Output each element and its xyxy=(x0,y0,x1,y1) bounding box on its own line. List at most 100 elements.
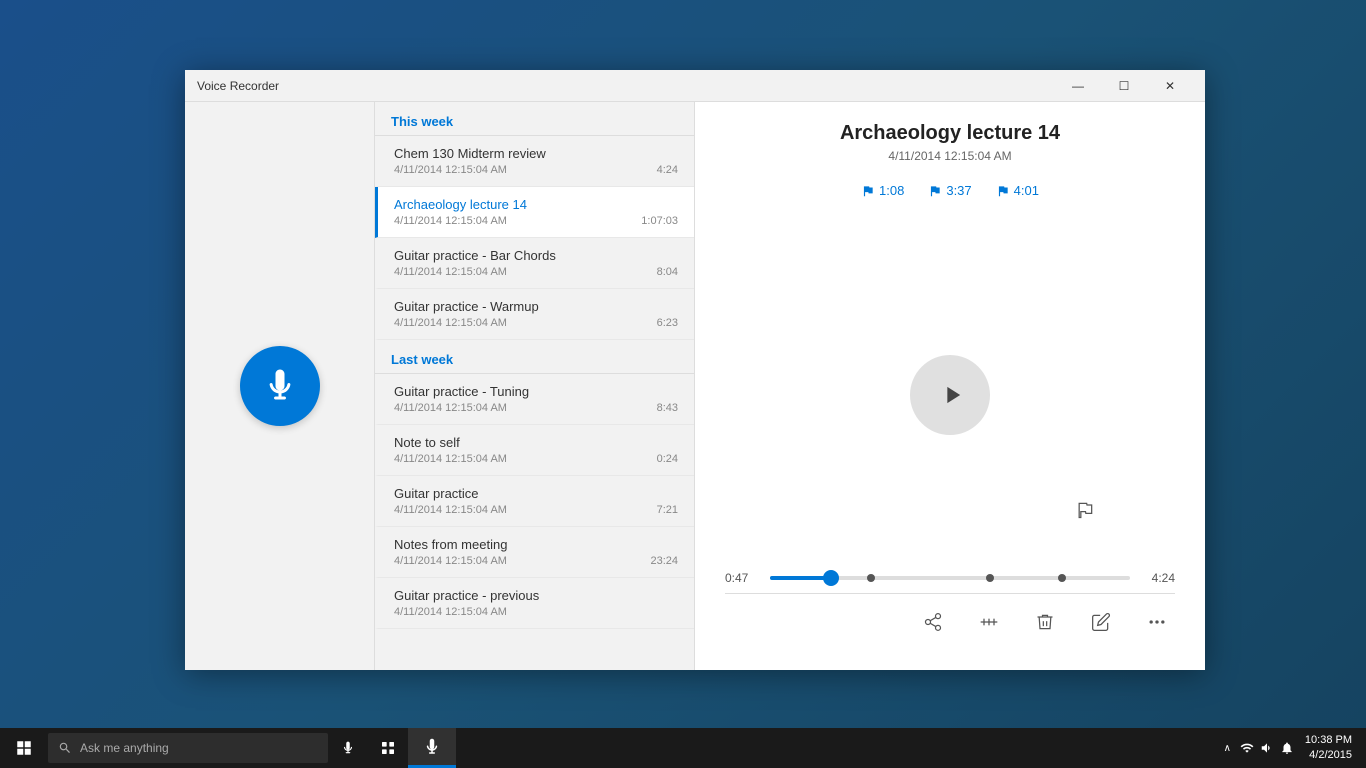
search-placeholder: Ask me anything xyxy=(80,741,169,755)
taskbar-mic-button[interactable] xyxy=(328,728,368,768)
recording-date: 4/11/2014 12:15:04 AM xyxy=(394,453,507,465)
recording-duration: 7:21 xyxy=(657,504,678,516)
marker-time: 1:08 xyxy=(879,183,904,198)
delete-button[interactable] xyxy=(1027,604,1063,640)
recording-item[interactable]: Guitar practice - Warmup 4/11/2014 12:15… xyxy=(375,289,694,340)
recording-item[interactable]: Note to self 4/11/2014 12:15:04 AM 0:24 xyxy=(375,425,694,476)
recording-item[interactable]: Guitar practice - Tuning 4/11/2014 12:15… xyxy=(375,374,694,425)
record-button[interactable] xyxy=(240,346,320,426)
total-time: 4:24 xyxy=(1140,571,1175,585)
notifications-icon[interactable] xyxy=(1279,740,1295,756)
maximize-button[interactable]: ☐ xyxy=(1101,70,1147,102)
recording-date: 4/11/2014 12:15:04 AM xyxy=(394,215,507,227)
search-box[interactable]: Ask me anything xyxy=(48,733,328,763)
recording-name: Chem 130 Midterm review xyxy=(394,146,678,161)
recording-name: Notes from meeting xyxy=(394,537,678,552)
rename-button[interactable] xyxy=(1083,604,1119,640)
marker-2[interactable]: 3:37 xyxy=(928,183,971,198)
recording-date: 4/11/2014 12:15:04 AM xyxy=(394,606,507,618)
player-panel: Archaeology lecture 14 4/11/2014 12:15:0… xyxy=(695,102,1205,670)
recording-date: 4/11/2014 12:15:04 AM xyxy=(394,164,507,176)
desktop: Voice Recorder — ☐ ✕ xyxy=(0,0,1366,768)
recording-item[interactable]: Chem 130 Midterm review 4/11/2014 12:15:… xyxy=(375,136,694,187)
recording-item[interactable]: Archaeology lecture 14 4/11/2014 12:15:0… xyxy=(375,187,694,238)
marker-time: 4:01 xyxy=(1014,183,1039,198)
windows-icon xyxy=(15,739,33,757)
progress-track[interactable] xyxy=(770,576,1130,580)
notification-chevron[interactable]: ∧ xyxy=(1220,743,1235,754)
recording-date: 4/11/2014 12:15:04 AM xyxy=(394,402,507,414)
wifi-icon xyxy=(1240,741,1254,755)
marker-1[interactable]: 1:08 xyxy=(861,183,904,198)
recording-meta: 4/11/2014 12:15:04 AM 8:43 xyxy=(394,402,678,414)
titlebar: Voice Recorder — ☐ ✕ xyxy=(185,70,1205,102)
recording-duration: 4:24 xyxy=(657,164,678,176)
network-icon[interactable] xyxy=(1239,740,1255,756)
recording-date: 4/11/2014 12:15:04 AM xyxy=(394,555,507,567)
flag-icon xyxy=(928,184,942,198)
left-section: This week Chem 130 Midterm review 4/11/2… xyxy=(185,102,695,670)
recording-meta: 4/11/2014 12:15:04 AM 23:24 xyxy=(394,555,678,567)
last-week-header: Last week xyxy=(375,340,694,374)
recording-name: Note to self xyxy=(394,435,678,450)
search-icon xyxy=(58,741,72,755)
recording-meta: 4/11/2014 12:15:04 AM xyxy=(394,606,678,618)
bell-icon xyxy=(1280,741,1294,755)
player-date: 4/11/2014 12:15:04 AM xyxy=(725,149,1175,163)
marker-time: 3:37 xyxy=(946,183,971,198)
recording-meta: 4/11/2014 12:15:04 AM 1:07:03 xyxy=(394,215,678,227)
recording-duration: 8:04 xyxy=(657,266,678,278)
recording-duration: 8:43 xyxy=(657,402,678,414)
window-controls: — ☐ ✕ xyxy=(1055,70,1193,102)
recording-item[interactable]: Guitar practice - Bar Chords 4/11/2014 1… xyxy=(375,238,694,289)
player-title: Archaeology lecture 14 xyxy=(725,122,1175,145)
progress-fill xyxy=(770,576,831,580)
marker-dot-3 xyxy=(1058,574,1066,582)
share-icon xyxy=(923,612,943,632)
flag-icon xyxy=(861,184,875,198)
recording-duration: 6:23 xyxy=(657,317,678,329)
play-area xyxy=(725,218,1175,571)
recording-name: Guitar practice - previous xyxy=(394,588,678,603)
share-button[interactable] xyxy=(915,604,951,640)
taskbar-clock[interactable]: 10:38 PM 4/2/2015 xyxy=(1299,733,1358,764)
delete-icon xyxy=(1035,612,1055,632)
progress-thumb[interactable] xyxy=(823,570,839,586)
close-button[interactable]: ✕ xyxy=(1147,70,1193,102)
recording-name: Guitar practice xyxy=(394,486,678,501)
start-button[interactable] xyxy=(0,728,48,768)
recording-item[interactable]: Guitar practice 4/11/2014 12:15:04 AM 7:… xyxy=(375,476,694,527)
recording-item[interactable]: Notes from meeting 4/11/2014 12:15:04 AM… xyxy=(375,527,694,578)
recording-duration: 0:24 xyxy=(657,453,678,465)
task-view-icon xyxy=(380,740,396,756)
task-view-button[interactable] xyxy=(368,728,408,768)
recording-date: 4/11/2014 12:15:04 AM xyxy=(394,317,507,329)
progress-bar-container: 0:47 4:24 xyxy=(725,571,1175,585)
taskbar: Ask me anything ∧ xyxy=(0,728,1366,768)
player-actions xyxy=(725,593,1175,640)
recording-meta: 4/11/2014 12:15:04 AM 4:24 xyxy=(394,164,678,176)
taskbar-right: ∧ 10:38 PM 4/2/2015 xyxy=(1220,733,1366,764)
volume-icon[interactable] xyxy=(1259,740,1275,756)
recording-duration: 23:24 xyxy=(650,555,678,567)
taskbar-mic-icon xyxy=(341,741,355,755)
play-button[interactable] xyxy=(910,355,990,435)
recording-item[interactable]: Guitar practice - previous 4/11/2014 12:… xyxy=(375,578,694,629)
marker-3[interactable]: 4:01 xyxy=(996,183,1039,198)
more-options-button[interactable] xyxy=(1139,604,1175,640)
recording-date: 4/11/2014 12:15:04 AM xyxy=(394,266,507,278)
record-area xyxy=(185,102,375,670)
trim-button[interactable] xyxy=(971,604,1007,640)
recording-meta: 4/11/2014 12:15:04 AM 6:23 xyxy=(394,317,678,329)
minimize-button[interactable]: — xyxy=(1055,70,1101,102)
microphone-icon xyxy=(262,368,298,404)
trim-icon xyxy=(979,612,999,632)
taskbar-date: 4/2/2015 xyxy=(1309,748,1352,763)
progress-area: 0:47 4:24 xyxy=(725,571,1175,650)
add-marker-button[interactable] xyxy=(1065,490,1105,530)
taskbar-voice-recorder[interactable] xyxy=(408,728,456,768)
current-time: 0:47 xyxy=(725,571,760,585)
this-week-header: This week xyxy=(375,102,694,136)
window-title: Voice Recorder xyxy=(197,79,1055,93)
recording-meta: 4/11/2014 12:15:04 AM 7:21 xyxy=(394,504,678,516)
